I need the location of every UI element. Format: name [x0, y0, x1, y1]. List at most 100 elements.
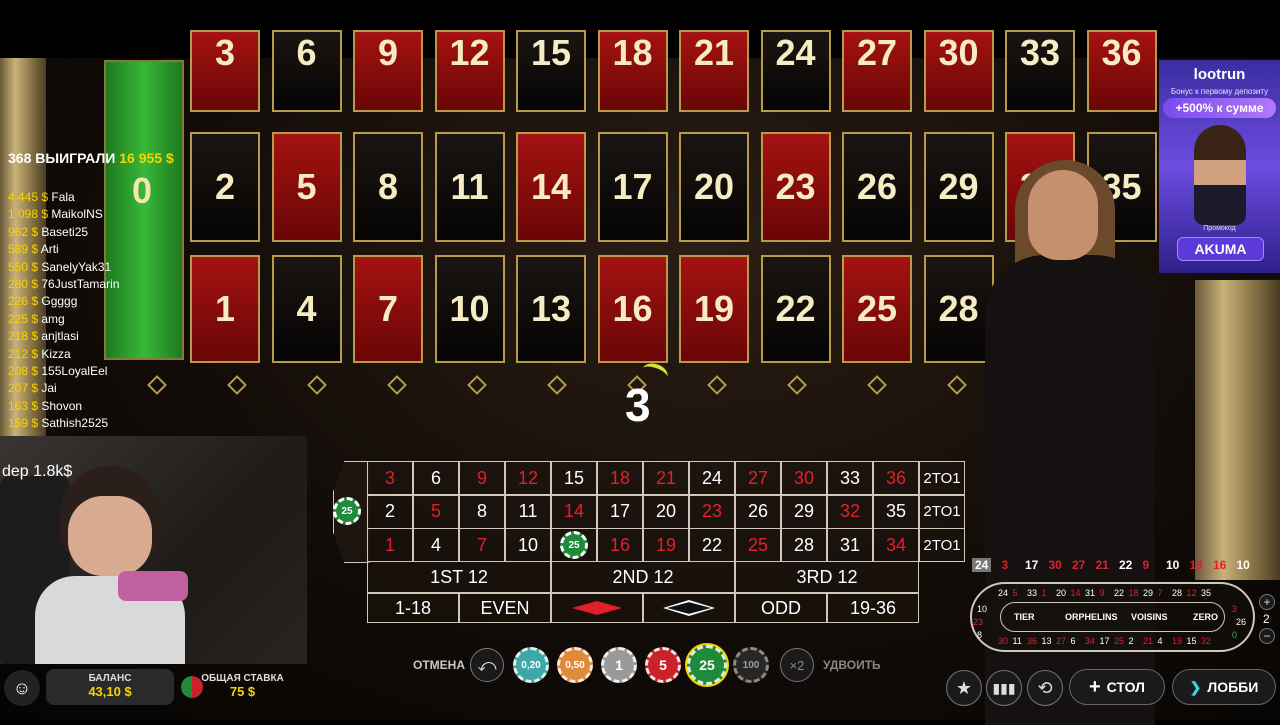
racetrack-number[interactable]: 35 — [1201, 588, 1211, 598]
bet-number[interactable]: 10 — [505, 528, 551, 562]
bet-black[interactable] — [643, 593, 735, 623]
cancel-label[interactable]: ОТМЕНА — [413, 658, 465, 672]
racetrack-number[interactable]: 8 — [977, 630, 982, 640]
racetrack-number[interactable]: 0 — [1232, 630, 1237, 640]
racetrack-number[interactable]: 27 — [1056, 636, 1066, 646]
table-button[interactable]: + СТОЛ — [1069, 669, 1165, 705]
bet-number[interactable]: 21 — [643, 461, 689, 495]
bet-number[interactable]: 33 — [827, 461, 873, 495]
racetrack-number[interactable]: 34 — [1085, 636, 1095, 646]
statistics-button[interactable]: ▮▮▮ — [986, 670, 1022, 706]
bet-number[interactable]: 25 — [735, 528, 781, 562]
racetrack-number[interactable]: 17 — [1100, 636, 1110, 646]
racetrack-number[interactable]: 20 — [1056, 588, 1066, 598]
racetrack-number[interactable]: 15 — [1187, 636, 1197, 646]
bet-number[interactable]: 14 — [551, 494, 597, 529]
bet-number[interactable]: 20 — [643, 494, 689, 529]
bet-column-1[interactable]: 2TO1 — [919, 528, 965, 562]
bet-number[interactable]: 16 — [597, 528, 643, 562]
racetrack-number[interactable]: 7 — [1158, 588, 1163, 598]
bet-number[interactable]: 31 — [827, 528, 873, 562]
racetrack-number[interactable]: 29 — [1143, 588, 1153, 598]
racetrack-number[interactable]: 31 — [1085, 588, 1095, 598]
racetrack-voisins[interactable]: VOISINS — [1131, 612, 1168, 622]
racetrack-number[interactable]: 9 — [1100, 588, 1105, 598]
neighbours-plus-button[interactable]: + — [1259, 594, 1275, 610]
racetrack-number[interactable]: 13 — [1042, 636, 1052, 646]
bet-dozen-1[interactable]: 1ST 12 — [367, 561, 551, 593]
bet-number[interactable]: 32 — [827, 494, 873, 529]
racetrack-number[interactable]: 22 — [1114, 588, 1124, 598]
racetrack-number[interactable]: 4 — [1158, 636, 1163, 646]
racetrack-number[interactable]: 23 — [973, 617, 983, 627]
racetrack-number[interactable]: 32 — [1201, 636, 1211, 646]
racetrack-number[interactable]: 25 — [1114, 636, 1124, 646]
bet-number[interactable]: 15 — [551, 461, 597, 495]
bet-number[interactable]: 9 — [459, 461, 505, 495]
bet-number[interactable]: 18 — [597, 461, 643, 495]
bet-number[interactable]: 5 — [413, 494, 459, 529]
bet-number[interactable]: 3 — [367, 461, 413, 495]
racetrack-number[interactable]: 28 — [1172, 588, 1182, 598]
bet-number[interactable]: 29 — [781, 494, 827, 529]
chip-0,50[interactable]: 0,50 — [557, 647, 593, 683]
racetrack-number[interactable]: 33 — [1027, 588, 1037, 598]
racetrack-number[interactable]: 26 — [1236, 617, 1246, 627]
bet-number[interactable]: 34 — [873, 528, 919, 562]
racetrack-number[interactable]: 6 — [1071, 636, 1076, 646]
racetrack-tier[interactable]: TIER — [1014, 612, 1035, 622]
bet-number[interactable]: 28 — [781, 528, 827, 562]
racetrack-number[interactable]: 36 — [1027, 636, 1037, 646]
bet-number[interactable]: 11 — [505, 494, 551, 529]
avatar-icon[interactable]: ☺ — [4, 670, 40, 706]
double-button[interactable]: ×2 — [780, 648, 814, 682]
racetrack-number[interactable]: 5 — [1013, 588, 1018, 598]
bet-number[interactable]: 27 — [735, 461, 781, 495]
bet-number[interactable]: 8 — [459, 494, 505, 529]
racetrack-number[interactable]: 12 — [1187, 588, 1197, 598]
racetrack-orphelins[interactable]: ORPHELINS — [1065, 612, 1118, 622]
bet-high[interactable]: 19-36 — [827, 593, 919, 623]
bet-number[interactable]: 4 — [413, 528, 459, 562]
racetrack-number[interactable]: 11 — [1013, 636, 1022, 646]
bet-even[interactable]: EVEN — [459, 593, 551, 623]
bet-number[interactable]: 35 — [873, 494, 919, 529]
undo-button[interactable]: ⤺ — [470, 648, 504, 682]
racetrack-number[interactable]: 10 — [977, 604, 987, 614]
racetrack-zero[interactable]: ZERO — [1193, 612, 1218, 622]
bet-column-2[interactable]: 2TO1 — [919, 494, 965, 529]
bet-number[interactable]: 19 — [643, 528, 689, 562]
bet-number[interactable]: 6 — [413, 461, 459, 495]
racetrack-number[interactable]: 21 — [1143, 636, 1153, 646]
bet-number[interactable]: 36 — [873, 461, 919, 495]
bet-number[interactable]: 2 — [367, 494, 413, 529]
bet-red[interactable] — [551, 593, 643, 623]
bet-number[interactable]: 1 — [367, 528, 413, 562]
neighbours-minus-button[interactable]: − — [1259, 628, 1275, 644]
racetrack-number[interactable]: 24 — [998, 588, 1008, 598]
bet-number[interactable]: 24 — [689, 461, 735, 495]
chip-5[interactable]: 5 — [645, 647, 681, 683]
bet-odd[interactable]: ODD — [735, 593, 827, 623]
bet-dozen-2[interactable]: 2ND 12 — [551, 561, 735, 593]
bet-number[interactable]: 26 — [735, 494, 781, 529]
racetrack-number[interactable]: 14 — [1071, 588, 1081, 598]
bet-number[interactable]: 25 — [551, 528, 597, 562]
racetrack-number[interactable]: 30 — [998, 636, 1008, 646]
racetrack-number[interactable]: 1 — [1042, 588, 1047, 598]
bet-number[interactable]: 23 — [689, 494, 735, 529]
favourites-button[interactable]: ★ — [946, 670, 982, 706]
bet-number[interactable]: 17 — [597, 494, 643, 529]
bet-dozen-3[interactable]: 3RD 12 — [735, 561, 919, 593]
bet-number[interactable]: 12 — [505, 461, 551, 495]
double-label[interactable]: УДВОИТЬ — [823, 658, 881, 672]
chip-1[interactable]: 1 — [601, 647, 637, 683]
bet-number[interactable]: 30 — [781, 461, 827, 495]
bet-number[interactable]: 22 — [689, 528, 735, 562]
autoplay-button[interactable]: ⟲ — [1027, 670, 1063, 706]
chip-0,20[interactable]: 0,20 — [513, 647, 549, 683]
bet-low[interactable]: 1-18 — [367, 593, 459, 623]
chip-100[interactable]: 100 — [733, 647, 769, 683]
racetrack-number[interactable]: 2 — [1129, 636, 1134, 646]
bet-number[interactable]: 7 — [459, 528, 505, 562]
